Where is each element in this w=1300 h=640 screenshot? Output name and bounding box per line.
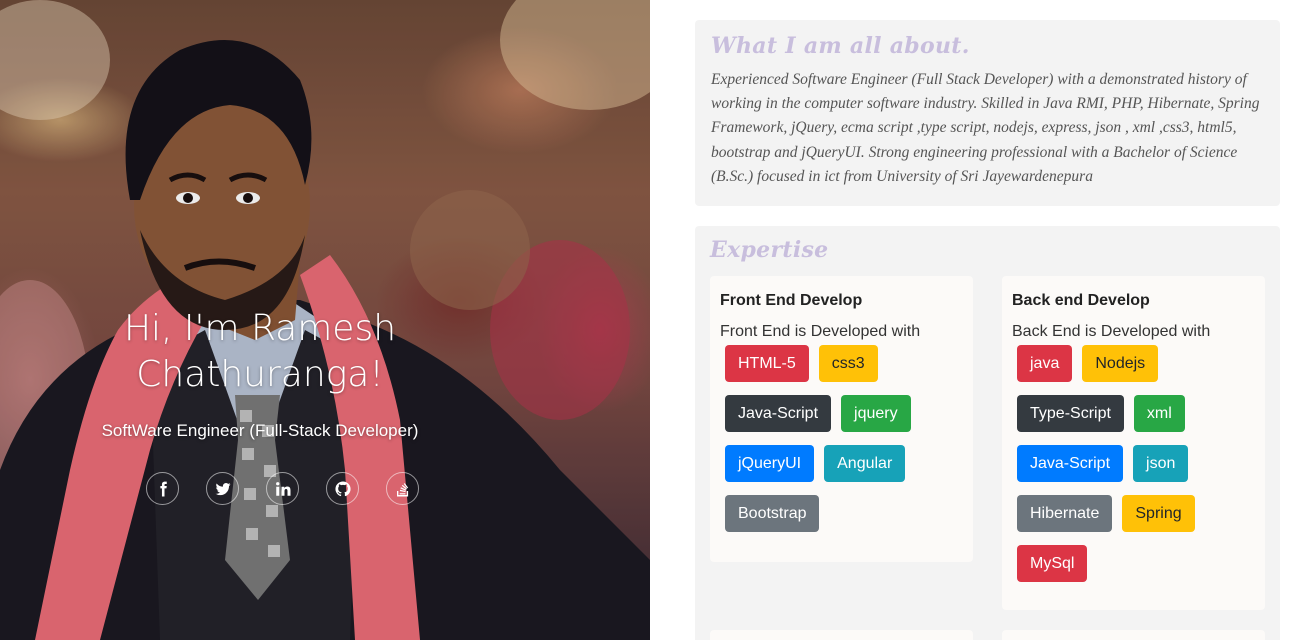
expertise-title: Expertise xyxy=(710,237,829,263)
hero-role: SoftWare Engineer (Full-Stack Developer) xyxy=(101,421,419,440)
badge-typescript[interactable]: Type-Script xyxy=(1017,395,1124,432)
badge-mysql[interactable]: MySql xyxy=(1017,545,1088,582)
expertise-section: Expertise Front End Develop Front End is… xyxy=(695,226,1280,640)
back-end-badges: java Nodejs Type-Script xml Java-Script … xyxy=(1012,343,1255,593)
badge-spring[interactable]: Spring xyxy=(1122,495,1195,532)
linkedin-icon xyxy=(275,481,290,496)
about-title: What I am all about. xyxy=(711,33,970,59)
badge-bootstrap[interactable]: Bootstrap xyxy=(725,495,820,532)
badge-javascript[interactable]: Java-Script xyxy=(725,395,832,432)
badge-json[interactable]: json xyxy=(1133,445,1189,482)
badge-xml[interactable]: xml xyxy=(1133,395,1185,432)
badge-nodejs[interactable]: Nodejs xyxy=(1082,345,1159,382)
badge-jqueryui[interactable]: jQueryUI xyxy=(725,445,815,482)
badge-html5[interactable]: HTML-5 xyxy=(725,345,809,382)
front-end-card: Front End Develop Front End is Developed… xyxy=(710,276,973,562)
stackoverflow-icon xyxy=(396,482,408,496)
about-text: Experienced Software Engineer (Full Stac… xyxy=(711,71,1260,185)
next-card-right xyxy=(1002,630,1265,640)
badge-javascript-backend[interactable]: Java-Script xyxy=(1017,445,1124,482)
github-icon xyxy=(334,480,351,496)
hero-section: Hi, I'm Ramesh Chathuranga! SoftWare Eng… xyxy=(0,0,650,640)
linkedin-link[interactable] xyxy=(266,472,299,505)
github-link[interactable] xyxy=(326,472,359,505)
twitter-icon xyxy=(215,482,230,495)
twitter-link[interactable] xyxy=(206,472,239,505)
about-section: What I am all about. Experienced Softwar… xyxy=(695,20,1280,206)
badge-angular[interactable]: Angular xyxy=(824,445,906,482)
back-end-title: Back end Develop xyxy=(1012,292,1150,309)
facebook-icon xyxy=(159,481,167,496)
badge-jquery[interactable]: jquery xyxy=(841,395,911,432)
badge-java[interactable]: java xyxy=(1017,345,1073,382)
next-card-left xyxy=(710,630,973,640)
front-end-title: Front End Develop xyxy=(720,292,863,309)
stackoverflow-link[interactable] xyxy=(386,472,419,505)
front-end-subtitle: Front End is Developed with xyxy=(720,323,921,340)
facebook-link[interactable] xyxy=(146,472,179,505)
badge-css3[interactable]: css3 xyxy=(818,345,878,382)
social-links xyxy=(146,472,419,505)
back-end-subtitle: Back End is Developed with xyxy=(1012,323,1211,340)
front-end-badges: HTML-5 css3 Java-Script jquery jQueryUI … xyxy=(720,343,963,543)
hero-name: Hi, I'm Ramesh Chathuranga! xyxy=(123,308,397,395)
back-end-card: Back end Develop Back End is Developed w… xyxy=(1002,276,1265,610)
badge-hibernate[interactable]: Hibernate xyxy=(1017,495,1113,532)
